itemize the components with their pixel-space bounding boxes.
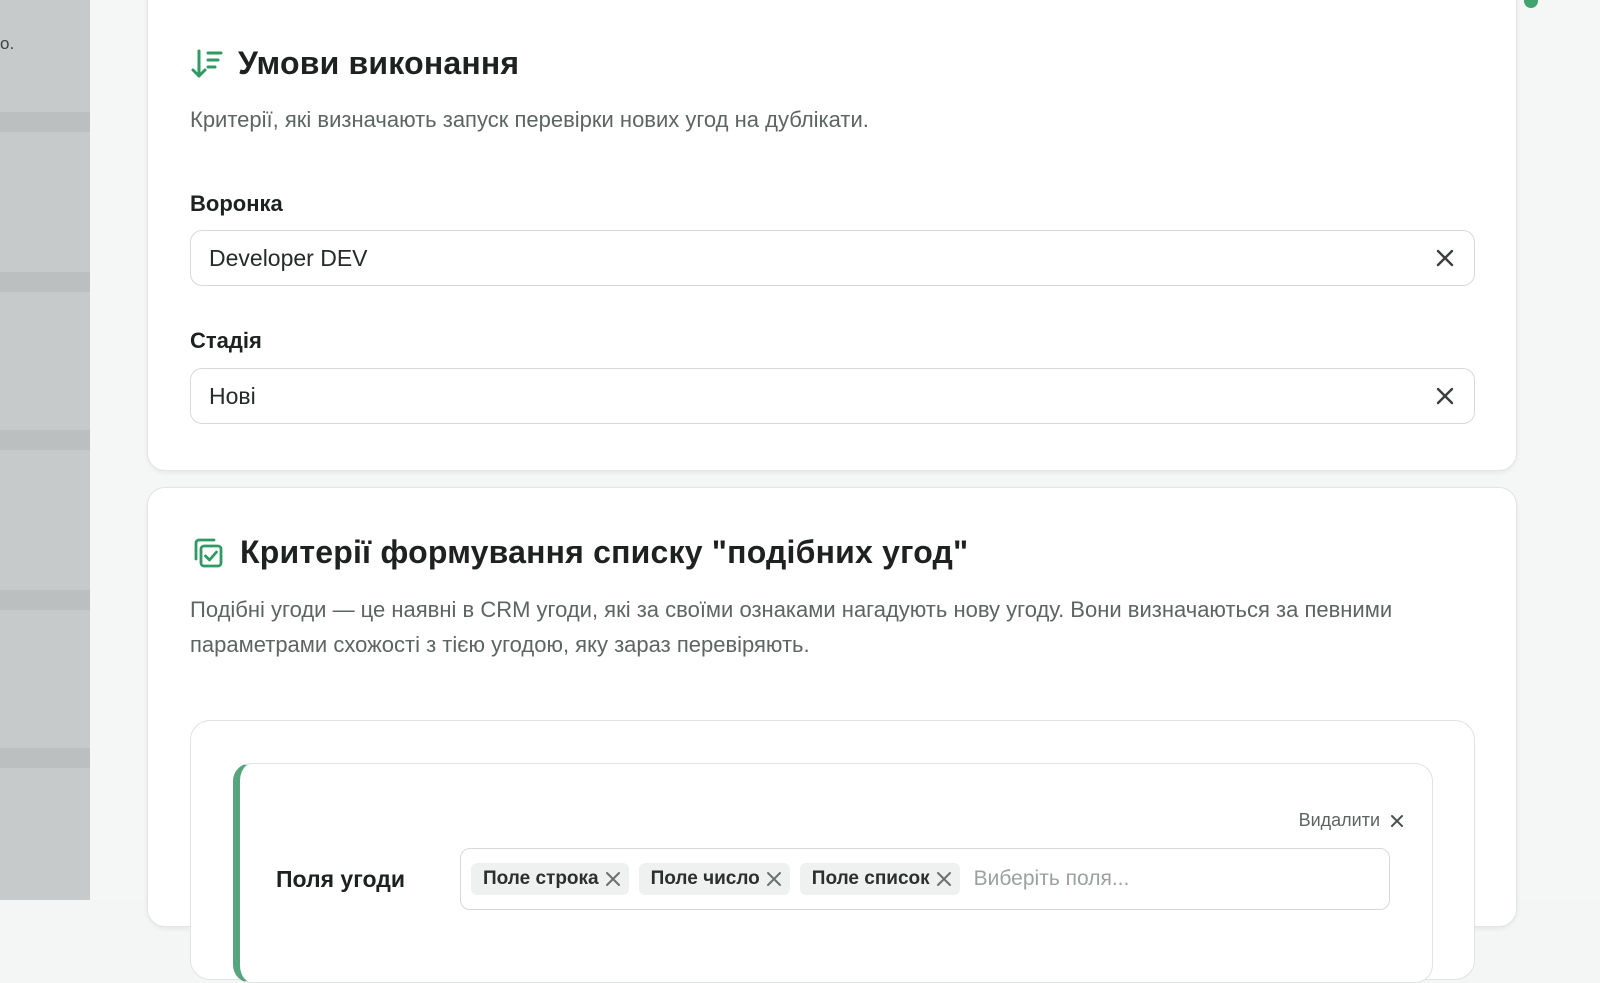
sidebar-row-divider (0, 590, 90, 610)
dimmed-sidebar: o. (0, 0, 90, 900)
funnel-select[interactable]: Developer DEV (190, 230, 1475, 286)
stage-select[interactable]: Нові (190, 368, 1475, 424)
sidebar-row-divider (0, 112, 90, 132)
chip-remove-icon[interactable] (934, 869, 954, 889)
stage-label: Стадія (190, 328, 262, 353)
stage-selected-value: Нові (209, 382, 256, 409)
remove-criteria-button[interactable]: Видалити (1299, 810, 1404, 831)
execution-conditions-title: Умови виконання (238, 45, 520, 81)
copy-check-icon (190, 535, 226, 571)
deal-fields-search-input[interactable] (969, 866, 1379, 892)
funnel-label: Воронка (190, 191, 283, 216)
chip-remove-icon[interactable] (764, 869, 784, 889)
field-chip-label: Поле число (650, 868, 760, 889)
execution-conditions-card: Умови виконання Критерії, які визначають… (147, 0, 1517, 471)
sort-descending-icon (190, 47, 224, 81)
sidebar-row-divider (0, 430, 90, 450)
deal-fields-label: Поля угоди (276, 866, 405, 892)
similar-deals-description: Подібні угоди — це наявні в CRM угоди, я… (190, 597, 1393, 657)
field-chip-label: Поле список (811, 868, 930, 889)
execution-conditions-description: Критерії, які визначають запуск перевірк… (190, 107, 869, 132)
stage-clear-icon[interactable] (1434, 385, 1456, 407)
field-chip: Поле число (638, 863, 790, 895)
funnel-clear-icon[interactable] (1434, 247, 1456, 269)
sidebar-row-divider (0, 272, 90, 292)
sidebar-row-divider (0, 748, 90, 768)
field-chip: Поле строка (471, 863, 629, 895)
execution-conditions-header: Умови виконання (190, 45, 519, 82)
similar-deals-card: Критерії формування списку "подібних уго… (147, 487, 1517, 983)
chip-remove-icon[interactable] (603, 869, 623, 889)
remove-criteria-label: Видалити (1298, 810, 1380, 830)
field-chip-label: Поле строка (483, 868, 599, 889)
sidebar-cut-text: o. (0, 34, 15, 53)
funnel-selected-value: Developer DEV (209, 244, 368, 271)
close-icon (1390, 814, 1404, 828)
similar-deals-header: Критерії формування списку "подібних уго… (190, 534, 968, 571)
criteria-item: Видалити Поля угоди Поле строка Поле чис… (233, 763, 1433, 983)
deal-fields-multiselect[interactable]: Поле строка Поле число Поле список Вибер… (460, 848, 1390, 910)
similar-deals-title: Критерії формування списку "подібних уго… (240, 534, 969, 570)
field-chip: Поле список (799, 863, 960, 895)
criteria-container: Видалити Поля угоди Поле строка Поле чис… (190, 720, 1475, 983)
